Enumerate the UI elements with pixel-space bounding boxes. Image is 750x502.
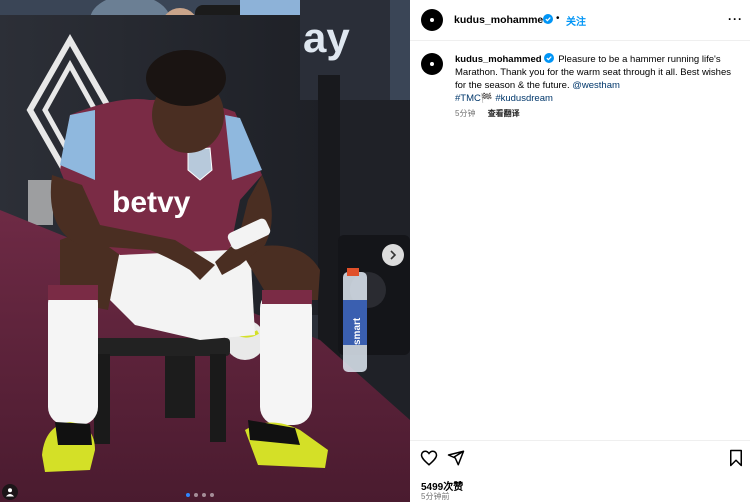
actions-divider — [410, 440, 750, 441]
user-tag-icon — [6, 488, 14, 497]
post-photo[interactable]: ay smart betvy — [0, 0, 410, 502]
post-header: kudus_mohammed • 关注 ··· — [410, 0, 750, 40]
header-separator: • — [556, 13, 560, 24]
post-image-illustration: ay smart betvy — [0, 0, 410, 502]
verified-icon — [543, 14, 553, 24]
caption-hashtags[interactable]: #TMC🏁 #kudusdream — [455, 93, 553, 104]
caption-avatar[interactable] — [421, 53, 443, 75]
author-username[interactable]: kudus_mohammed — [454, 14, 550, 26]
translate-button[interactable]: 查看翻译 — [488, 109, 520, 118]
board-text: ay — [303, 14, 350, 61]
carousel-dot — [210, 493, 214, 497]
more-icon[interactable]: ··· — [728, 12, 743, 26]
follow-button[interactable]: 关注 — [566, 13, 586, 28]
carousel-dot — [202, 493, 206, 497]
caption-text-block: kudus_mohammed Pleasure to be a hammer r… — [455, 53, 735, 105]
mention-westham[interactable]: @westham — [572, 80, 620, 91]
jersey-sponsor: betvy — [112, 186, 191, 219]
carousel-dot — [186, 493, 190, 497]
caption-meta: 5分钟 查看翻译 — [455, 108, 520, 119]
caption-username[interactable]: kudus_mohammed — [455, 54, 542, 65]
comment-time: 5分钟 — [455, 109, 476, 118]
post-detail-panel: kudus_mohammed • 关注 ··· kudus_mohammed P… — [410, 0, 750, 502]
carousel-dot — [194, 493, 198, 497]
post-actions — [410, 446, 750, 470]
bottle-label: smart — [352, 317, 363, 345]
next-arrow-icon — [390, 250, 397, 260]
tagged-users-button[interactable] — [2, 484, 18, 500]
avatar[interactable] — [421, 9, 443, 31]
next-photo-button[interactable] — [382, 244, 404, 266]
heart-icon[interactable] — [420, 449, 438, 467]
bookmark-icon[interactable] — [728, 449, 744, 467]
post-timestamp: 5分钟前 — [421, 492, 450, 501]
carousel-indicator — [186, 493, 214, 497]
header-divider — [410, 40, 750, 41]
verified-icon — [543, 53, 554, 63]
share-icon[interactable] — [447, 449, 465, 467]
